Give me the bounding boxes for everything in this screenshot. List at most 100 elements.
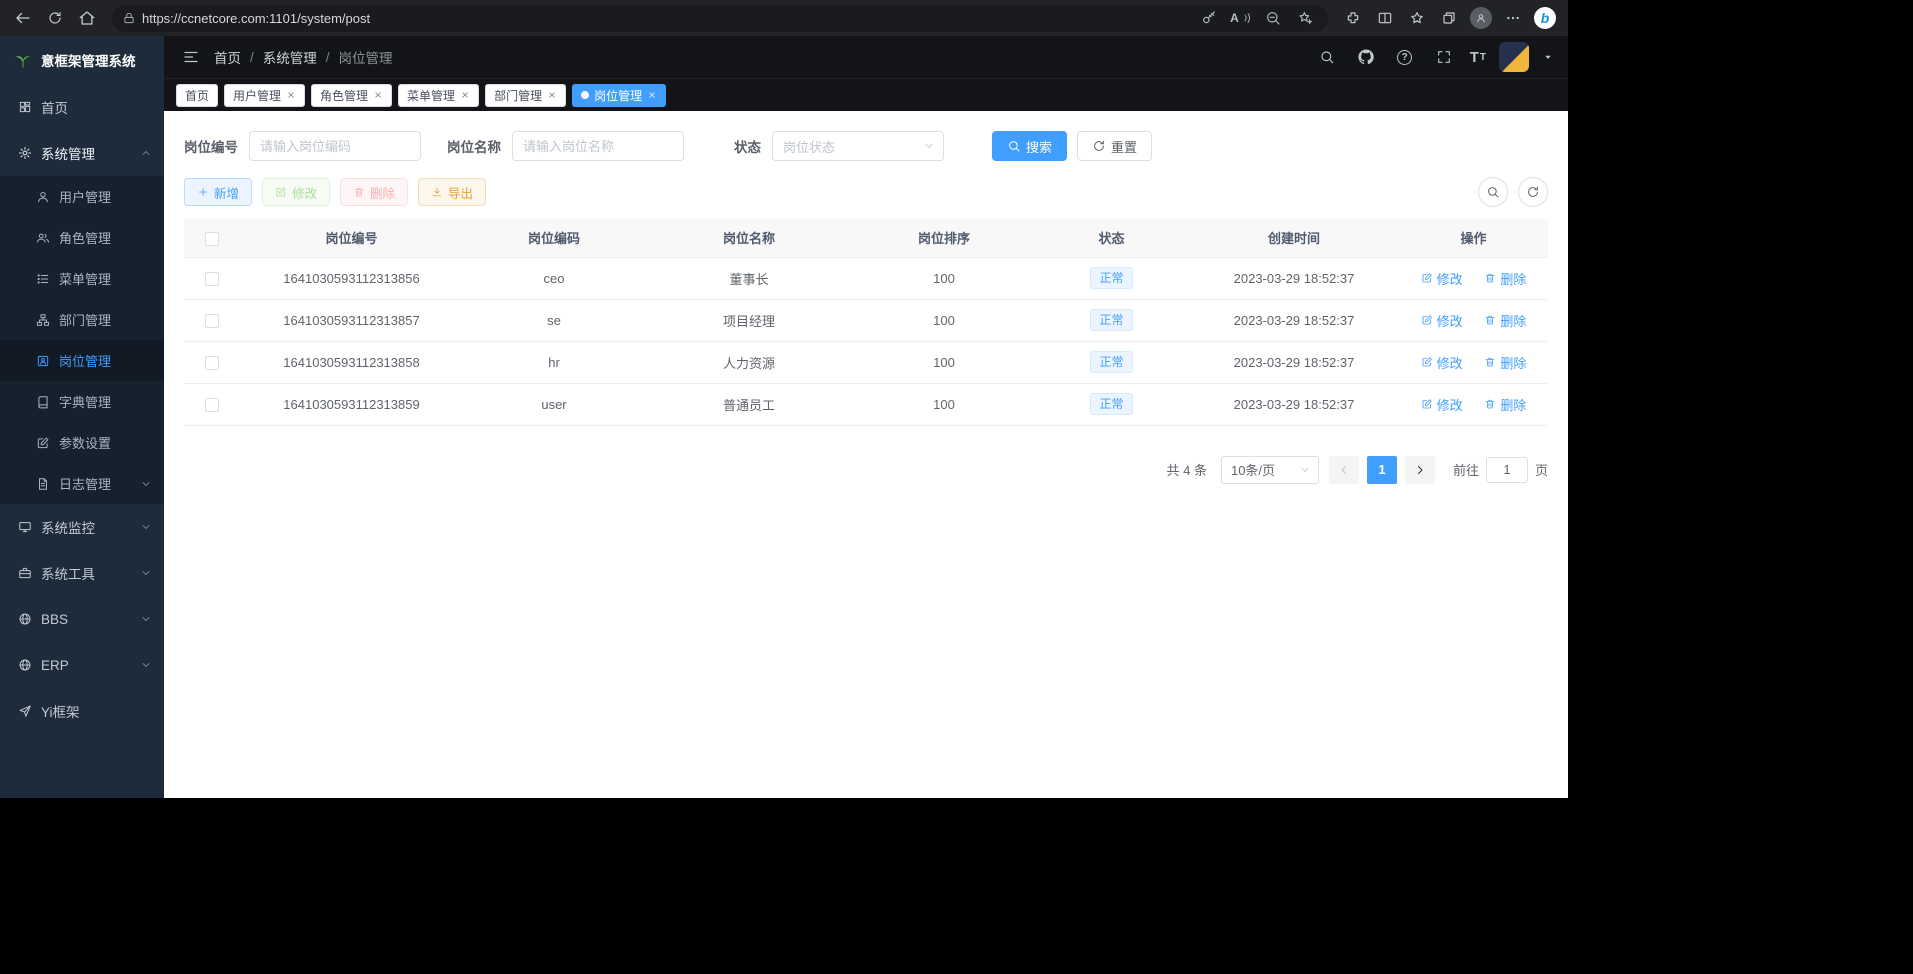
font-size-icon[interactable]: TT <box>1470 44 1486 70</box>
sidebar-item-home[interactable]: 首页 <box>0 84 164 130</box>
post-code-input[interactable] <box>249 131 421 161</box>
row-checkbox[interactable] <box>205 398 219 412</box>
user-menu-caret-icon[interactable] <box>1542 51 1554 63</box>
status-select[interactable]: 岗位状态 <box>772 131 944 161</box>
row-edit-link[interactable]: 修改 <box>1421 269 1463 288</box>
sidebar-item-bbs[interactable]: BBS <box>0 596 164 642</box>
close-icon[interactable] <box>286 90 296 100</box>
prev-page-button[interactable] <box>1329 456 1359 484</box>
row-edit-link[interactable]: 修改 <box>1421 353 1463 372</box>
tag-user-mgmt[interactable]: 用户管理 <box>224 84 305 107</box>
favorites-icon[interactable] <box>1402 3 1432 33</box>
cell-post-name: 董事长 <box>644 257 854 299</box>
user-avatar[interactable] <box>1499 42 1529 72</box>
header-search-icon[interactable] <box>1314 44 1340 70</box>
fullscreen-icon[interactable] <box>1431 44 1457 70</box>
browser-back-button[interactable] <box>8 3 38 33</box>
tag-dept-mgmt[interactable]: 部门管理 <box>485 84 566 107</box>
tag-role-mgmt[interactable]: 角色管理 <box>311 84 392 107</box>
chevron-down-icon <box>140 659 152 671</box>
page-number-button[interactable]: 1 <box>1367 456 1397 484</box>
row-checkbox[interactable] <box>205 314 219 328</box>
close-icon[interactable] <box>647 90 657 100</box>
next-page-button[interactable] <box>1405 456 1435 484</box>
tag-home[interactable]: 首页 <box>176 84 218 107</box>
cell-post-name: 人力资源 <box>644 341 854 383</box>
cell-post-id: 1641030593112313857 <box>239 299 464 341</box>
goto-page-input[interactable] <box>1486 457 1528 483</box>
browser-more-icon[interactable] <box>1498 3 1528 33</box>
search-button[interactable]: 搜索 <box>992 131 1067 161</box>
sidebar-menu: 首页 系统管理 用户管理 角色管理 菜单管理 部门管理 岗位管理 字典管理 <box>0 84 164 734</box>
table-row: 1641030593112313857 se 项目经理 100 正常 2023-… <box>184 299 1548 341</box>
post-name-input[interactable] <box>512 131 684 161</box>
org-tree-icon <box>36 313 50 327</box>
row-delete-link[interactable]: 删除 <box>1484 269 1526 288</box>
sidebar-item-post-mgmt[interactable]: 岗位管理 <box>0 340 164 381</box>
cell-post-id: 1641030593112313859 <box>239 383 464 425</box>
close-icon[interactable] <box>547 90 557 100</box>
help-icon[interactable]: ? <box>1392 44 1418 70</box>
browser-refresh-button[interactable] <box>40 3 70 33</box>
browser-profile-avatar[interactable] <box>1466 3 1496 33</box>
sidebar-item-log-mgmt[interactable]: 日志管理 <box>0 463 164 504</box>
sidebar-item-erp[interactable]: ERP <box>0 642 164 688</box>
post-table: 岗位编号 岗位编码 岗位名称 岗位排序 状态 创建时间 操作 <box>184 219 1548 426</box>
close-icon[interactable] <box>373 90 383 100</box>
row-checkbox[interactable] <box>205 272 219 286</box>
split-screen-icon[interactable] <box>1370 3 1400 33</box>
reset-button[interactable]: 重置 <box>1077 131 1152 161</box>
export-button[interactable]: 导出 <box>418 178 486 206</box>
sidebar-item-yi-framework[interactable]: Yi框架 <box>0 688 164 734</box>
sidebar-toggle[interactable] <box>178 44 204 70</box>
sidebar-item-monitor[interactable]: 系统监控 <box>0 504 164 550</box>
sidebar-item-param-settings[interactable]: 参数设置 <box>0 422 164 463</box>
address-bar[interactable]: https://ccnetcore.com:1101/system/post A <box>112 5 1328 32</box>
delete-button[interactable]: 删除 <box>340 178 408 206</box>
row-checkbox[interactable] <box>205 356 219 370</box>
trash-icon <box>353 186 365 198</box>
sidebar-item-role-mgmt[interactable]: 角色管理 <box>0 217 164 258</box>
sidebar-item-menu-mgmt[interactable]: 菜单管理 <box>0 258 164 299</box>
sidebar-item-system[interactable]: 系统管理 <box>0 130 164 176</box>
extensions-icon[interactable] <box>1338 3 1368 33</box>
row-edit-link[interactable]: 修改 <box>1421 395 1463 414</box>
row-delete-link[interactable]: 删除 <box>1484 311 1526 330</box>
edit-button[interactable]: 修改 <box>262 178 330 206</box>
password-key-icon[interactable] <box>1196 6 1222 30</box>
user-icon <box>36 190 50 204</box>
read-aloud-icon[interactable]: A <box>1228 6 1254 30</box>
tag-menu-mgmt[interactable]: 菜单管理 <box>398 84 479 107</box>
chevron-down-icon <box>140 478 152 490</box>
table-row: 1641030593112313858 hr 人力资源 100 正常 2023-… <box>184 341 1548 383</box>
row-delete-link[interactable]: 删除 <box>1484 353 1526 372</box>
close-icon[interactable] <box>460 90 470 100</box>
tag-post-mgmt[interactable]: 岗位管理 <box>572 84 666 107</box>
github-icon[interactable] <box>1353 44 1379 70</box>
copilot-icon[interactable]: b <box>1530 3 1560 33</box>
browser-chrome: https://ccnetcore.com:1101/system/post A… <box>0 0 1568 36</box>
sidebar-item-dept-mgmt[interactable]: 部门管理 <box>0 299 164 340</box>
row-delete-link[interactable]: 删除 <box>1484 395 1526 414</box>
breadcrumb-system[interactable]: 系统管理 <box>263 47 317 67</box>
breadcrumb-home[interactable]: 首页 <box>214 47 241 67</box>
refresh-table-button[interactable] <box>1518 177 1548 207</box>
chevron-down-icon <box>140 613 152 625</box>
add-button[interactable]: 新增 <box>184 178 252 206</box>
lock-icon <box>122 11 136 25</box>
globe-icon <box>18 612 32 626</box>
page-size-select[interactable]: 10条/页 <box>1221 456 1319 484</box>
cell-created-time: 2023-03-29 18:52:37 <box>1189 341 1399 383</box>
select-all-checkbox[interactable] <box>205 232 219 246</box>
sidebar-item-dict-mgmt[interactable]: 字典管理 <box>0 381 164 422</box>
sidebar-item-user-mgmt[interactable]: 用户管理 <box>0 176 164 217</box>
zoom-out-icon[interactable] <box>1260 6 1286 30</box>
toggle-search-button[interactable] <box>1478 177 1508 207</box>
breadcrumb-separator: / <box>326 50 330 65</box>
collections-icon[interactable] <box>1434 3 1464 33</box>
chevron-down-icon <box>140 567 152 579</box>
favorite-add-icon[interactable] <box>1292 6 1318 30</box>
row-edit-link[interactable]: 修改 <box>1421 311 1463 330</box>
browser-home-button[interactable] <box>72 3 102 33</box>
sidebar-item-tools[interactable]: 系统工具 <box>0 550 164 596</box>
